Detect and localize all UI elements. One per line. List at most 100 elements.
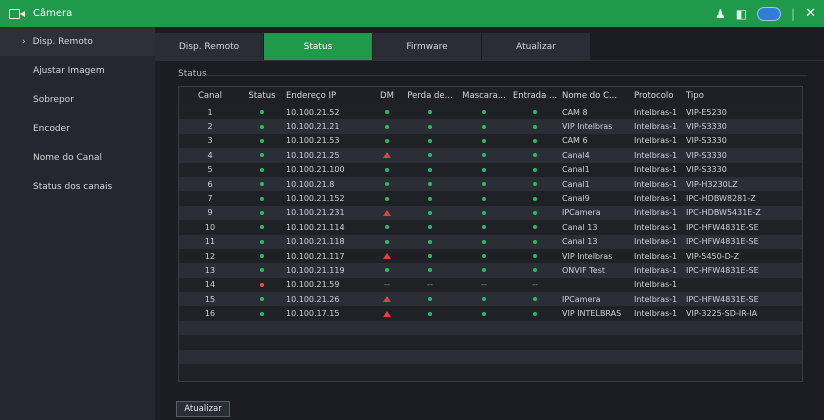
table-row[interactable]: 7 10.100.21.152 Canal9 Intelbras-1 IPC-HDBW8… bbox=[179, 191, 802, 206]
warning-triangle-icon bbox=[383, 310, 391, 317]
channel-cell: 2 bbox=[179, 119, 241, 134]
column-header[interactable]: Canal bbox=[179, 87, 241, 105]
ip-cell: 10.100.21.53 bbox=[283, 133, 371, 149]
name-cell: CAM 8 bbox=[559, 105, 631, 120]
status-table: Canal Status Endereço IP DM Perda de... Masca… bbox=[178, 86, 803, 382]
column-header[interactable]: Entrada ... bbox=[511, 87, 559, 105]
table-row[interactable]: 1 10.100.21.52 CAM 8 Intelbras-1 VIP-E5230 bbox=[179, 105, 802, 120]
empty-value: -- bbox=[403, 277, 457, 293]
tab-status[interactable]: Status bbox=[264, 33, 373, 60]
sidebar-item-sobrepor[interactable]: Sobrepor bbox=[0, 85, 155, 114]
sidebar-item-nome-do-canal[interactable]: Nome do Canal bbox=[0, 143, 155, 172]
table-row[interactable]: 2 10.100.21.21 VIP Intelbras Intelbras-1 VIP… bbox=[179, 119, 802, 134]
status-ok-dot bbox=[371, 119, 403, 134]
green-dot-icon bbox=[260, 153, 264, 158]
status-ok-dot bbox=[511, 105, 559, 120]
status-ok-dot bbox=[241, 248, 283, 264]
protocol-cell: Intelbras-1 bbox=[631, 191, 683, 206]
protocol-cell: Intelbras-1 bbox=[631, 133, 683, 149]
tab-atualizar[interactable]: Atualizar bbox=[482, 33, 591, 60]
chevron-right-icon: › bbox=[22, 36, 26, 47]
status-ok-dot bbox=[403, 306, 457, 321]
refresh-button[interactable]: Atualizar bbox=[176, 401, 230, 417]
table-row[interactable]: 15 10.100.21.26 IPCamera Intelbras-1 IPC-HFW… bbox=[179, 292, 802, 307]
green-dot-icon bbox=[260, 239, 264, 244]
status-ok-dot bbox=[511, 119, 559, 134]
green-dot-icon bbox=[482, 239, 486, 244]
table-row[interactable]: 14 10.100.21.59 -- -- -- -- Intelbras-1 bbox=[179, 277, 802, 293]
sidebar-item-label: Disp. Remoto bbox=[32, 36, 93, 47]
green-dot-icon bbox=[385, 138, 389, 143]
status-ok-dot bbox=[511, 162, 559, 177]
sidebar-item-encoder[interactable]: Encoder bbox=[0, 114, 155, 143]
tab-disp-remoto[interactable]: Disp. Remoto bbox=[155, 33, 264, 60]
green-dot-icon bbox=[482, 297, 486, 302]
cloud-icon[interactable] bbox=[757, 6, 782, 21]
ip-cell: 10.100.21.119 bbox=[283, 263, 371, 278]
table-row[interactable]: 10 10.100.21.114 Canal 13 Intelbras-1 IPC-HF… bbox=[179, 220, 802, 235]
green-dot-icon bbox=[482, 124, 486, 129]
status-ok-dot bbox=[511, 263, 559, 278]
column-header[interactable]: Protocolo bbox=[631, 87, 683, 105]
green-dot-icon bbox=[260, 110, 264, 115]
protocol-cell: Intelbras-1 bbox=[631, 277, 683, 293]
ip-cell: 10.100.21.21 bbox=[283, 119, 371, 134]
sidebar-item-ajustar-imagem[interactable]: Ajustar Imagem bbox=[0, 56, 155, 85]
tab-firmware[interactable]: Firmware bbox=[373, 33, 482, 60]
green-dot-icon bbox=[482, 196, 486, 201]
green-dot-icon bbox=[533, 297, 537, 302]
close-icon[interactable]: ✕ bbox=[805, 6, 816, 21]
motion-alert-marker bbox=[371, 292, 403, 307]
channel-cell: 16 bbox=[179, 306, 241, 321]
table-row[interactable]: 13 10.100.21.119 ONVIF Test Intelbras-1 IPC-… bbox=[179, 263, 802, 278]
column-header[interactable]: Nome do C... bbox=[559, 87, 631, 105]
table-row[interactable]: 3 10.100.21.53 CAM 6 Intelbras-1 VIP-S3330 bbox=[179, 133, 802, 149]
status-ok-dot bbox=[457, 148, 511, 163]
warning-triangle-icon bbox=[383, 209, 391, 216]
table-row[interactable]: 9 10.100.21.231 IPCamera Intelbras-1 IPC-HDB… bbox=[179, 205, 802, 221]
column-header[interactable]: Mascara... bbox=[457, 87, 511, 105]
name-cell: CAM 6 bbox=[559, 133, 631, 149]
ip-cell: 10.100.21.152 bbox=[283, 191, 371, 206]
green-dot-icon bbox=[385, 110, 389, 115]
sidebar-item-disp-remoto[interactable]: › Disp. Remoto bbox=[0, 27, 155, 56]
column-header[interactable]: DM bbox=[371, 87, 403, 105]
sidebar-item-label: Nome do Canal bbox=[33, 152, 103, 163]
status-ok-dot bbox=[457, 306, 511, 321]
motion-alert-marker bbox=[371, 148, 403, 163]
status-ok-dot bbox=[511, 205, 559, 221]
column-header[interactable]: Perda de... bbox=[403, 87, 457, 105]
column-header[interactable]: Status bbox=[241, 87, 283, 105]
column-header[interactable]: Tipo bbox=[683, 87, 802, 105]
table-row[interactable]: 5 10.100.21.100 Canal1 Intelbras-1 VIP-S3330 bbox=[179, 162, 802, 177]
table-row[interactable]: 11 10.100.21.118 Canal 13 Intelbras-1 IPC-HF… bbox=[179, 234, 802, 249]
green-dot-icon bbox=[482, 210, 486, 215]
type-cell: VIP-3225-SD-IR-IA bbox=[683, 306, 802, 321]
motion-alert-marker bbox=[371, 205, 403, 221]
status-ok-dot bbox=[457, 263, 511, 278]
status-ok-dot bbox=[241, 306, 283, 321]
name-cell: Canal 13 bbox=[559, 220, 631, 235]
exit-icon[interactable]: ◧ bbox=[736, 7, 747, 21]
green-dot-icon bbox=[482, 153, 486, 158]
column-header[interactable]: Endereço IP bbox=[283, 87, 371, 105]
table-row[interactable]: 4 10.100.21.25 Canal4 Intelbras-1 VIP-S3330 bbox=[179, 148, 802, 163]
green-dot-icon bbox=[533, 239, 537, 244]
sidebar-item-status-dos-canais[interactable]: Status dos canais bbox=[0, 172, 155, 201]
protocol-cell: Intelbras-1 bbox=[631, 176, 683, 192]
table-row[interactable]: 16 10.100.17.15 VIP INTELBRAS Intelbras-1 VI… bbox=[179, 306, 802, 321]
table-row[interactable]: 12 10.100.21.117 VIP Intelbras Intelbras-1 V… bbox=[179, 248, 802, 264]
name-cell: IPCamera bbox=[559, 292, 631, 307]
section-divider bbox=[205, 75, 807, 76]
status-ok-dot bbox=[457, 248, 511, 264]
user-settings-icon[interactable]: ♟ bbox=[715, 7, 726, 21]
green-dot-icon bbox=[482, 182, 486, 187]
status-ok-dot bbox=[457, 191, 511, 206]
sidebar-item-label: Ajustar Imagem bbox=[33, 65, 105, 76]
status-ok-dot bbox=[371, 133, 403, 149]
sidebar: › Disp. Remoto Ajustar Imagem Sobrepor Encod… bbox=[0, 27, 155, 420]
protocol-cell: Intelbras-1 bbox=[631, 162, 683, 177]
table-row[interactable]: 6 10.100.21.8 Canal1 Intelbras-1 VIP-H3230LZ bbox=[179, 176, 802, 192]
channel-cell: 6 bbox=[179, 176, 241, 192]
type-cell: VIP-E5230 bbox=[683, 105, 802, 120]
